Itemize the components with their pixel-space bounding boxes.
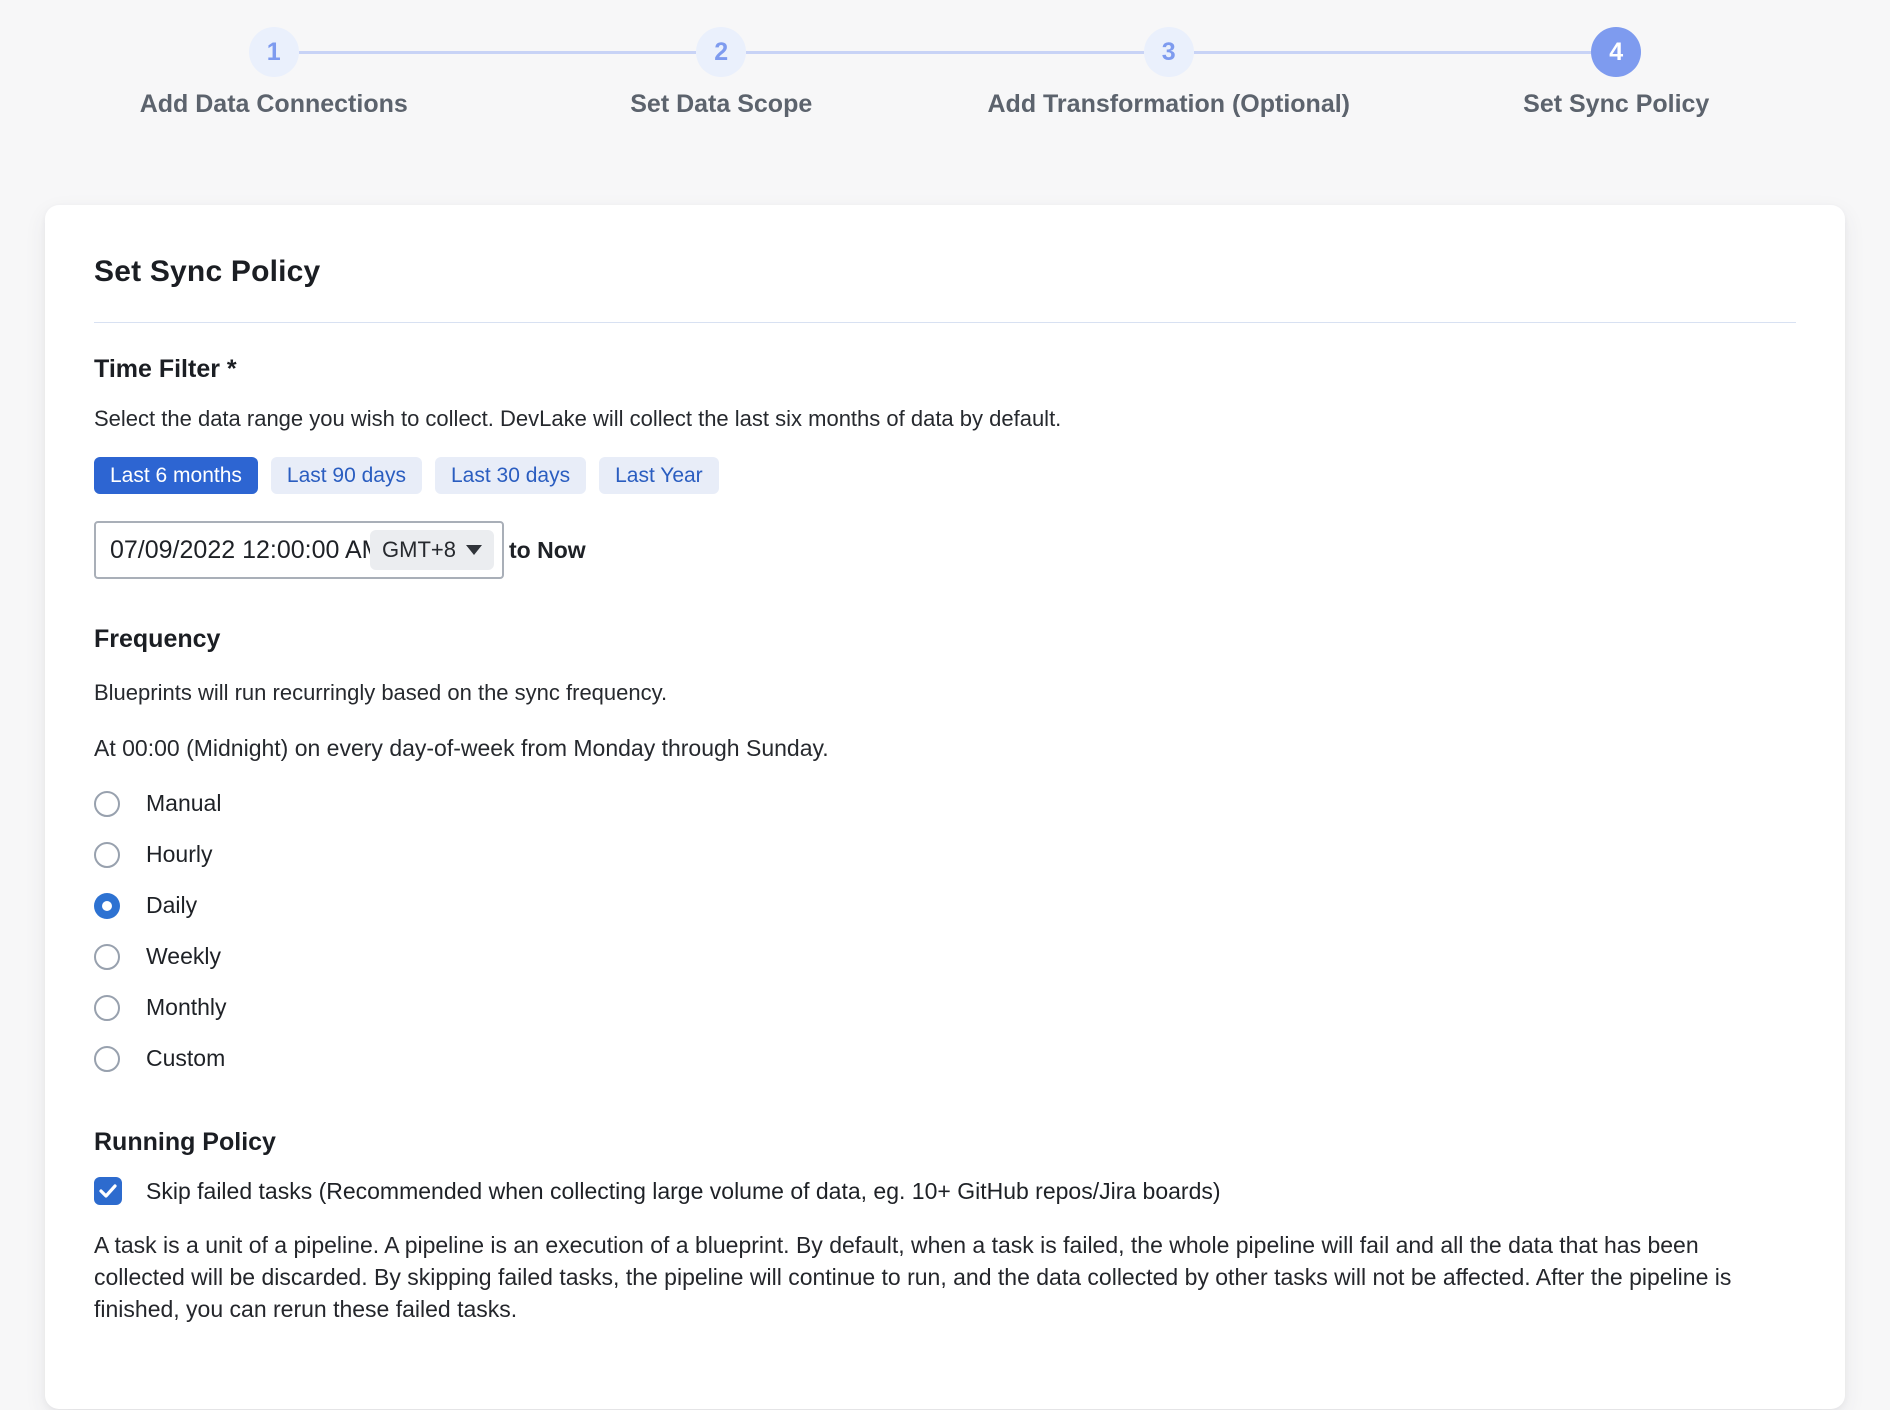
frequency-options: Manual Hourly Daily Weekly Monthly Custo… xyxy=(94,778,1796,1084)
step-track: 1 xyxy=(50,26,498,78)
frequency-option-weekly[interactable]: Weekly xyxy=(94,931,1796,982)
connector-line xyxy=(498,51,697,54)
frequency-option-monthly[interactable]: Monthly xyxy=(94,982,1796,1033)
radio-icon xyxy=(94,791,120,817)
stepper-step-add-transformation[interactable]: 3 Add Transformation (Optional) xyxy=(945,26,1393,119)
step-label: Set Sync Policy xyxy=(1393,90,1841,119)
step-1-badge: 1 xyxy=(249,27,299,77)
time-filter-option-last-6-months[interactable]: Last 6 months xyxy=(94,457,258,494)
frequency-description: Blueprints will run recurringly based on… xyxy=(94,680,1796,706)
step-4-badge: 4 xyxy=(1591,27,1641,77)
set-sync-policy-panel: Set Sync Policy Time Filter * Select the… xyxy=(45,205,1845,1409)
radio-icon xyxy=(94,842,120,868)
step-track: 4 xyxy=(1393,26,1841,78)
connector-line xyxy=(1194,51,1393,54)
radio-icon xyxy=(94,1046,120,1072)
frequency-schedule-summary: At 00:00 (Midnight) on every day-of-week… xyxy=(94,735,1796,762)
connector-line xyxy=(299,51,498,54)
frequency-option-hourly[interactable]: Hourly xyxy=(94,829,1796,880)
frequency-option-daily[interactable]: Daily xyxy=(94,880,1796,931)
connector-line xyxy=(50,51,249,54)
connector-line xyxy=(945,51,1144,54)
step-track: 3 xyxy=(945,26,1393,78)
time-filter-options: Last 6 months Last 90 days Last 30 days … xyxy=(94,457,1796,494)
step-track: 2 xyxy=(498,26,946,78)
step-label: Add Data Connections xyxy=(50,90,498,119)
title-divider xyxy=(94,322,1796,323)
stepper-step-add-data-connections[interactable]: 1 Add Data Connections xyxy=(50,26,498,119)
radio-icon xyxy=(94,995,120,1021)
connector-line xyxy=(1393,51,1592,54)
frequency-option-custom[interactable]: Custom xyxy=(94,1033,1796,1084)
time-filter-description: Select the data range you wish to collec… xyxy=(94,406,1796,432)
stepper-step-set-data-scope[interactable]: 2 Set Data Scope xyxy=(498,26,946,119)
step-2-badge: 2 xyxy=(696,27,746,77)
chevron-down-icon xyxy=(466,545,482,555)
skip-failed-tasks-checkbox-row[interactable]: Skip failed tasks (Recommended when coll… xyxy=(94,1177,1796,1205)
step-label: Add Transformation (Optional) xyxy=(945,90,1393,119)
timezone-select[interactable]: GMT+8 xyxy=(370,530,494,570)
step-label: Set Data Scope xyxy=(498,90,946,119)
page-title: Set Sync Policy xyxy=(94,255,1796,289)
time-filter-heading: Time Filter * xyxy=(94,355,1796,384)
running-policy-heading: Running Policy xyxy=(94,1128,1796,1157)
start-date-input[interactable]: 07/09/2022 12:00:00 AM GMT+8 xyxy=(94,521,504,579)
step-3-badge: 3 xyxy=(1144,27,1194,77)
stepper-step-set-sync-policy[interactable]: 4 Set Sync Policy xyxy=(1393,26,1841,119)
time-filter-option-last-90-days[interactable]: Last 90 days xyxy=(271,457,422,494)
time-filter-option-last-year[interactable]: Last Year xyxy=(599,457,719,494)
frequency-option-manual[interactable]: Manual xyxy=(94,778,1796,829)
start-date-value[interactable]: 07/09/2022 12:00:00 AM xyxy=(110,536,370,565)
connector-line xyxy=(746,51,945,54)
blueprint-stepper: 1 Add Data Connections 2 Set Data Scope … xyxy=(0,0,1890,119)
time-filter-option-last-30-days[interactable]: Last 30 days xyxy=(435,457,586,494)
radio-checked-icon xyxy=(94,893,120,919)
radio-icon xyxy=(94,944,120,970)
date-range-row: 07/09/2022 12:00:00 AM GMT+8 to Now xyxy=(94,521,1796,579)
timezone-value: GMT+8 xyxy=(382,537,456,563)
checkbox-checked-icon[interactable] xyxy=(94,1177,122,1205)
range-suffix-label: to Now xyxy=(509,537,586,564)
skip-failed-tasks-label: Skip failed tasks (Recommended when coll… xyxy=(146,1178,1221,1205)
running-policy-note: A task is a unit of a pipeline. A pipeli… xyxy=(94,1229,1794,1325)
frequency-heading: Frequency xyxy=(94,625,1796,654)
connector-line xyxy=(1641,51,1840,54)
